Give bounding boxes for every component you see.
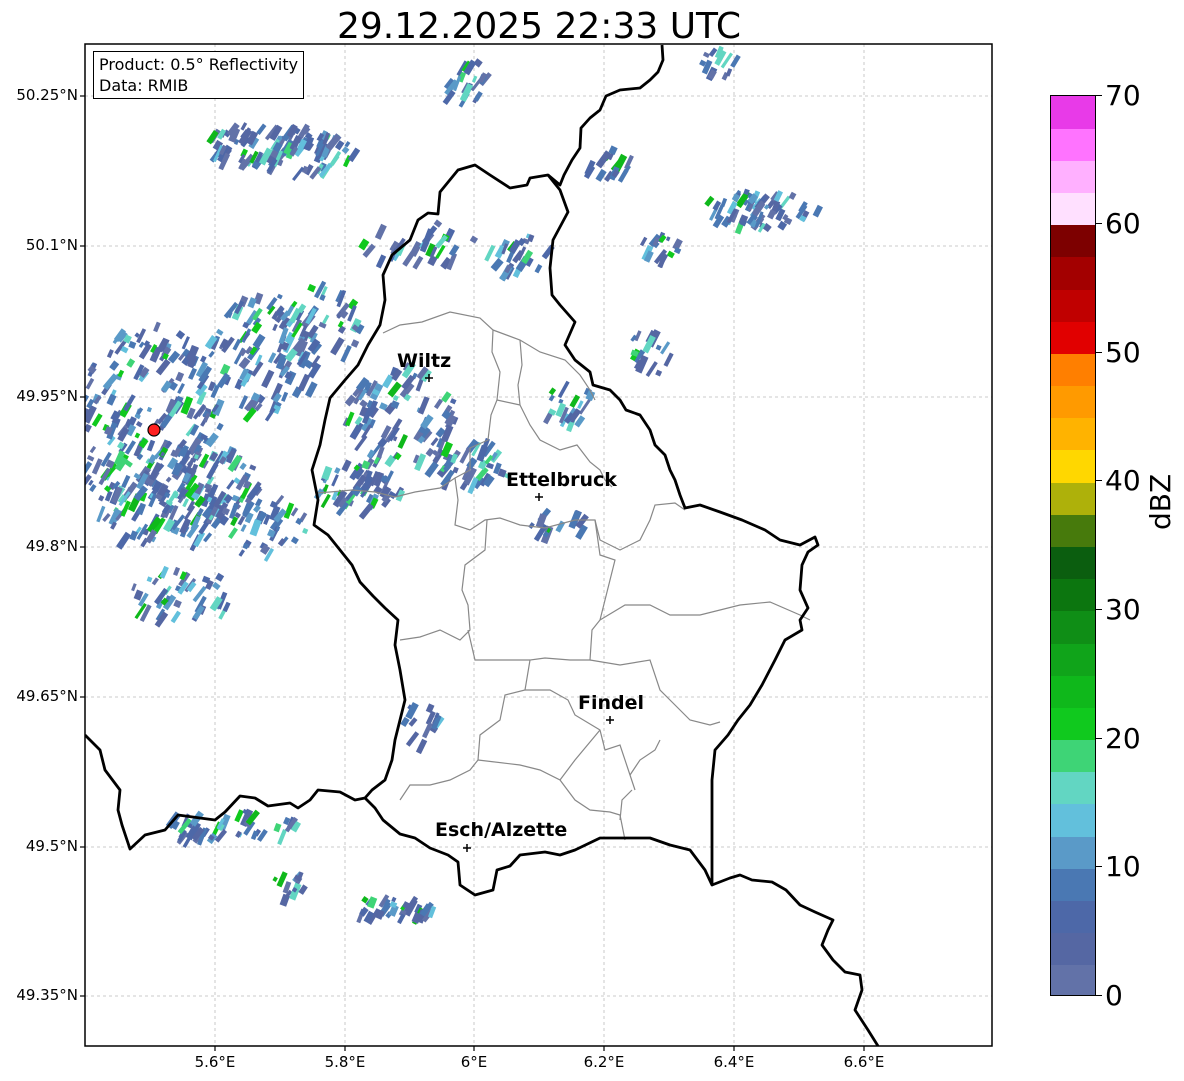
radar-echo-cell <box>85 391 86 399</box>
colorbar-segment <box>1051 771 1095 805</box>
colorbar-segment <box>1051 707 1095 741</box>
colorbar-segment <box>1051 675 1095 708</box>
x-tick-label: 6.6°E <box>843 1053 885 1071</box>
radar-echo-cell <box>85 408 86 424</box>
colorbar-tick-label: 70 <box>1105 79 1141 112</box>
y-tick-label: 49.95°N <box>16 387 78 405</box>
product-label: Product: 0.5° Reflectivity <box>99 55 299 74</box>
colorbar-segment <box>1051 289 1095 322</box>
colorbar-unit-label: dBZ <box>1144 473 1177 530</box>
colorbar-tick-label: 0 <box>1105 979 1123 1012</box>
radar-echo-cell <box>78 428 85 437</box>
colorbar-segment <box>1051 932 1095 966</box>
radar-map[interactable] <box>0 0 1184 1081</box>
colorbar-segment <box>1051 417 1095 451</box>
colorbar-segment <box>1051 160 1095 194</box>
colorbar-segment <box>1051 385 1095 419</box>
colorbar-tick-label: 10 <box>1105 850 1141 883</box>
y-tick-label: 49.5°N <box>25 837 78 855</box>
colorbar-segment <box>1051 514 1095 547</box>
city-label-ettelbruck: Ettelbruck <box>506 469 617 491</box>
y-tick-label: 49.8°N <box>25 537 78 555</box>
colorbar-segment <box>1051 256 1095 290</box>
y-tick-label: 50.25°N <box>16 86 78 104</box>
colorbar-segment <box>1051 224 1095 258</box>
colorbar-segment <box>1051 739 1095 773</box>
colorbar-segment <box>1051 578 1095 612</box>
colorbar-segment <box>1051 321 1095 354</box>
x-tick-label: 6.2°E <box>583 1053 625 1071</box>
colorbar-segment <box>1051 546 1095 580</box>
x-tick-label: 5.6°E <box>194 1053 236 1071</box>
x-tick-label: 6°E <box>460 1053 488 1071</box>
city-label-wiltz: Wiltz <box>397 350 452 372</box>
city-label-esch-alzette: Esch/Alzette <box>435 819 568 841</box>
y-tick-label: 49.65°N <box>16 687 78 705</box>
colorbar-segment <box>1051 868 1095 901</box>
colorbar-tick-label: 30 <box>1105 593 1141 626</box>
colorbar-segment <box>1051 900 1095 934</box>
colorbar-tick-label: 20 <box>1105 722 1141 755</box>
colorbar-segment <box>1051 128 1095 161</box>
colorbar-segment <box>1051 964 1095 995</box>
colorbar-segment <box>1051 449 1095 483</box>
city-label-findel: Findel <box>578 692 645 714</box>
colorbar-segment <box>1051 836 1095 869</box>
x-tick-label: 6.4°E <box>713 1053 755 1071</box>
colorbar <box>1050 95 1096 996</box>
colorbar-tick-label: 50 <box>1105 336 1141 369</box>
colorbar-segment <box>1051 482 1095 515</box>
colorbar-tick-label: 40 <box>1105 464 1141 497</box>
y-tick-label: 49.35°N <box>16 986 78 1004</box>
radar-site-marker[interactable] <box>147 423 161 437</box>
colorbar-segment <box>1051 610 1095 644</box>
colorbar-segment <box>1051 192 1095 226</box>
colorbar-segment <box>1051 643 1095 676</box>
x-tick-label: 5.8°E <box>324 1053 366 1071</box>
colorbar-tick-label: 60 <box>1105 207 1141 240</box>
colorbar-segment <box>1051 353 1095 387</box>
colorbar-segment <box>1051 803 1095 837</box>
data-source-label: Data: RMIB <box>99 76 189 95</box>
y-tick-label: 50.1°N <box>25 236 78 254</box>
colorbar-segment <box>1051 96 1095 129</box>
product-info-box: Product: 0.5° Reflectivity Data: RMIB <box>93 51 305 99</box>
